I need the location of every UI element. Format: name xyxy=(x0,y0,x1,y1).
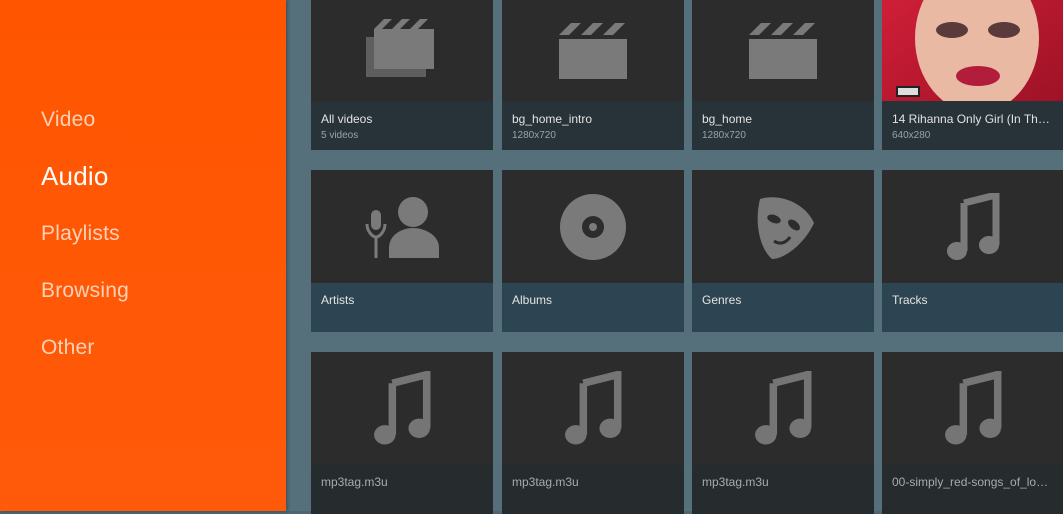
music-note-icon xyxy=(755,370,812,444)
card-art xyxy=(882,352,1063,465)
card-title: All videos xyxy=(321,112,373,126)
nav-item-video[interactable]: Video xyxy=(41,109,95,130)
card-title: bg_home xyxy=(702,112,753,126)
card-info: All videos 5 videos xyxy=(311,101,493,150)
card-info: Albums xyxy=(502,283,684,332)
card-art xyxy=(692,170,874,283)
clapperboard-icon xyxy=(559,22,627,79)
card-art xyxy=(311,0,493,101)
music-note-icon xyxy=(565,370,622,444)
card-art xyxy=(692,352,874,465)
card-art xyxy=(502,170,684,283)
category-card-tracks[interactable]: Tracks xyxy=(882,170,1063,332)
card-title: Tracks xyxy=(892,293,928,307)
card-title: 14 Rihanna Only Girl (In The... xyxy=(892,112,1054,126)
nav-item-other[interactable]: Other xyxy=(41,337,95,358)
category-card-albums[interactable]: Albums xyxy=(502,170,684,332)
album-cover-image xyxy=(882,0,1063,101)
music-note-icon xyxy=(947,192,1000,260)
card-info: bg_home_intro 1280x720 xyxy=(502,101,684,150)
card-info: 14 Rihanna Only Girl (In The... 640x280 xyxy=(882,101,1063,150)
album-cover-art xyxy=(882,0,1063,101)
card-info: Tracks xyxy=(882,283,1063,332)
nav-item-audio[interactable]: Audio xyxy=(41,163,109,189)
disc-icon xyxy=(560,193,626,260)
playlist-card[interactable]: mp3tag.m3u xyxy=(692,352,874,514)
card-art xyxy=(311,352,493,465)
video-card-bg-home[interactable]: bg_home 1280x720 xyxy=(692,0,874,150)
video-folder-icon xyxy=(366,18,434,77)
music-note-icon xyxy=(945,370,1002,444)
card-info: Genres xyxy=(692,283,874,332)
card-info: mp3tag.m3u xyxy=(692,465,874,514)
video-card-rihanna[interactable]: 14 Rihanna Only Girl (In The... 640x280 xyxy=(882,0,1063,150)
card-title: Albums xyxy=(512,293,553,307)
card-title: mp3tag.m3u xyxy=(321,475,388,489)
card-info: 00-simply_red-songs_of_love-... xyxy=(882,465,1063,514)
card-info: mp3tag.m3u xyxy=(502,465,684,514)
playlist-card[interactable]: mp3tag.m3u xyxy=(502,352,684,514)
card-art xyxy=(311,170,493,283)
card-title: Genres xyxy=(702,293,742,307)
card-art xyxy=(502,352,684,465)
clapperboard-icon xyxy=(749,22,817,79)
playlist-card[interactable]: 00-simply_red-songs_of_love-... xyxy=(882,352,1063,514)
sidebar: Video Audio Playlists Browsing Other xyxy=(0,0,286,511)
video-card-bg-home-intro[interactable]: bg_home_intro 1280x720 xyxy=(502,0,684,150)
card-subtitle: 1280x720 xyxy=(512,130,556,141)
card-art xyxy=(502,0,684,101)
card-subtitle: 1280x720 xyxy=(702,130,746,141)
video-card-all-videos[interactable]: All videos 5 videos xyxy=(311,0,493,150)
artist-icon xyxy=(365,196,439,258)
music-note-icon xyxy=(374,370,431,444)
category-card-artists[interactable]: Artists xyxy=(311,170,493,332)
category-card-genres[interactable]: Genres xyxy=(692,170,874,332)
card-title: mp3tag.m3u xyxy=(702,475,769,489)
card-art xyxy=(882,170,1063,283)
card-art xyxy=(692,0,874,101)
nav-item-playlists[interactable]: Playlists xyxy=(41,223,120,244)
playlist-card[interactable]: mp3tag.m3u xyxy=(311,352,493,514)
card-subtitle: 5 videos xyxy=(321,130,359,141)
media-grid: All videos 5 videos bg_home_intro 1280x7… xyxy=(286,0,1063,514)
card-title: bg_home_intro xyxy=(512,112,593,126)
card-info: mp3tag.m3u xyxy=(311,465,493,514)
card-title: 00-simply_red-songs_of_love-... xyxy=(892,475,1054,489)
nav-item-browsing[interactable]: Browsing xyxy=(41,280,129,301)
card-subtitle: 640x280 xyxy=(892,130,931,141)
card-title: mp3tag.m3u xyxy=(512,475,579,489)
card-title: Artists xyxy=(321,293,355,307)
card-info: Artists xyxy=(311,283,493,332)
mask-icon xyxy=(757,196,814,259)
card-info: bg_home 1280x720 xyxy=(692,101,874,150)
